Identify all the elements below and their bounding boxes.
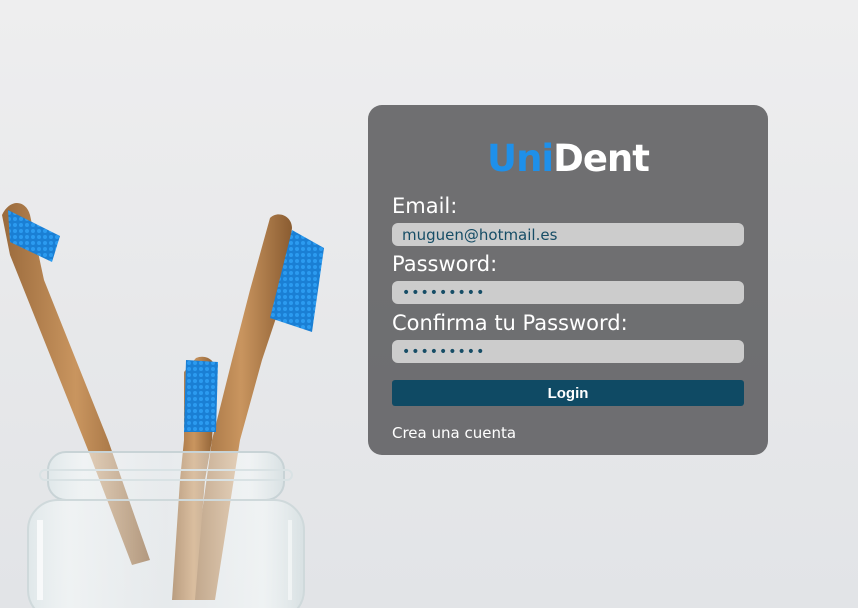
- glass-jar: [27, 451, 305, 608]
- password-field[interactable]: [392, 281, 744, 304]
- email-field[interactable]: [392, 223, 744, 246]
- confirm-password-field[interactable]: [392, 340, 744, 363]
- login-button[interactable]: Login: [392, 380, 744, 406]
- login-card: UniDent Email: Password: Confirma tu Pas…: [368, 105, 768, 455]
- confirm-password-label: Confirma tu Password:: [392, 311, 628, 335]
- logo-uni-text: Uni: [487, 137, 554, 180]
- logo-dent-text: Dent: [553, 137, 650, 180]
- unident-logo: UniDent: [368, 139, 768, 179]
- login-page: UniDent Email: Password: Confirma tu Pas…: [0, 0, 858, 608]
- create-account-link[interactable]: Crea una cuenta: [392, 424, 516, 442]
- email-label: Email:: [392, 194, 458, 218]
- password-label: Password:: [392, 252, 498, 276]
